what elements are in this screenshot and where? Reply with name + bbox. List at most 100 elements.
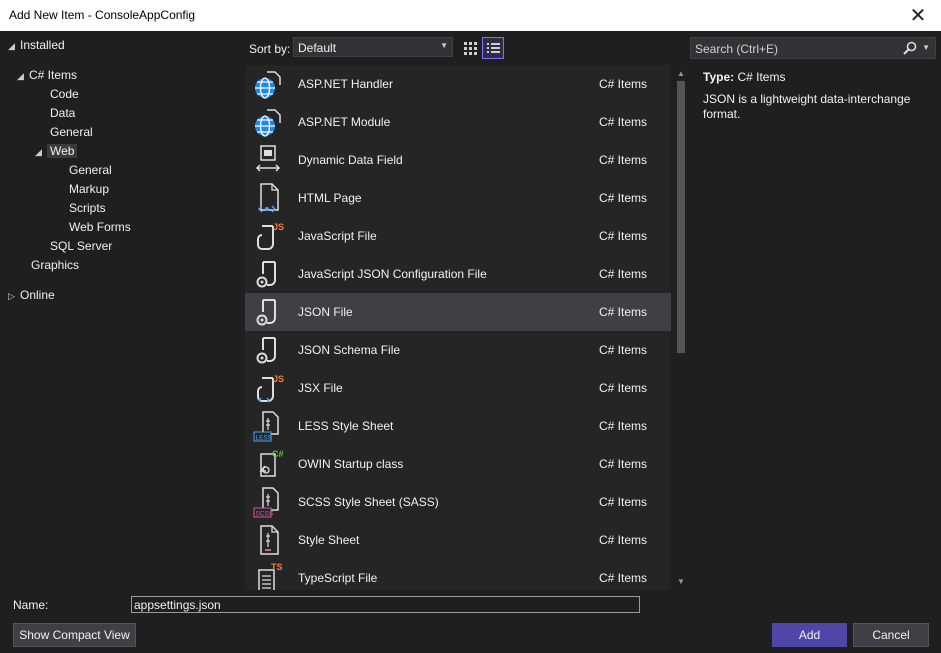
template-name: TypeScript File — [298, 571, 378, 585]
template-item[interactable]: LESS LESS Style Sheet C# Items — [245, 407, 671, 445]
tree-node-web-forms[interactable]: Web Forms — [69, 218, 131, 237]
tree-node-installed[interactable]: ◢ Installed — [8, 36, 65, 55]
tree-node-online[interactable]: ▷ Online — [8, 286, 55, 305]
json-config-icon — [256, 261, 276, 288]
add-button[interactable]: Add — [772, 623, 847, 647]
template-name: JSON File — [298, 305, 353, 319]
type-value: C# Items — [737, 70, 786, 84]
template-name: ASP.NET Handler — [298, 77, 393, 91]
less-icon: LESS — [253, 411, 279, 442]
template-item[interactable]: ASP.NET Module C# Items — [245, 103, 671, 141]
show-compact-view-button[interactable]: Show Compact View — [13, 623, 136, 647]
owin-icon: C# — [259, 449, 284, 477]
name-label: Name: — [13, 598, 49, 612]
template-item[interactable]: ASP.NET Handler C# Items — [245, 65, 671, 103]
template-category: C# Items — [599, 419, 648, 433]
tree-label: Web — [47, 144, 78, 158]
template-category: C# Items — [599, 191, 648, 205]
template-name: JavaScript JSON Configuration File — [298, 267, 487, 281]
template-name: JSX File — [298, 381, 343, 395]
template-item[interactable]: HTML Page C# Items — [245, 179, 671, 217]
tree-node-general[interactable]: General — [50, 123, 93, 142]
close-icon[interactable]: ✕ — [895, 0, 941, 31]
chevron-down-icon[interactable]: ▼ — [922, 43, 930, 52]
template-description: JSON is a lightweight data-interchange f… — [703, 92, 911, 121]
tree-node-data[interactable]: Data — [50, 104, 75, 123]
tree-node-csharp-items[interactable]: ◢ C# Items — [17, 66, 77, 85]
tree-node-web-general[interactable]: General — [69, 161, 112, 180]
html-page-icon — [257, 183, 279, 213]
template-name: Style Sheet — [298, 533, 360, 547]
tree-node-markup[interactable]: Markup — [69, 180, 109, 199]
details-panel: Type: C# Items JSON is a lightweight dat… — [703, 70, 923, 122]
template-item[interactable]: JSON Schema File C# Items — [245, 331, 671, 369]
template-item[interactable]: C# OWIN Startup class C# Items — [245, 445, 671, 483]
template-name: Dynamic Data Field — [298, 153, 403, 167]
template-name: SCSS Style Sheet (SASS) — [298, 495, 439, 509]
template-name: JavaScript File — [298, 229, 377, 243]
template-item[interactable]: JS JavaScript File C# Items — [245, 217, 671, 255]
search-placeholder: Search (Ctrl+E) — [695, 42, 779, 56]
scroll-down-icon[interactable]: ▼ — [677, 577, 685, 586]
svg-text:JS: JS — [273, 374, 284, 384]
template-name: HTML Page — [298, 191, 362, 205]
title-bar: Add New Item - ConsoleAppConfig ✕ — [0, 0, 941, 31]
template-category: C# Items — [599, 495, 648, 509]
template-item-selected[interactable]: JSON File C# Items — [245, 293, 671, 331]
template-item[interactable]: JavaScript JSON Configuration File C# It… — [245, 255, 671, 293]
small-icons-view-button[interactable] — [459, 37, 481, 59]
scroll-up-icon[interactable]: ▲ — [677, 69, 685, 78]
template-item[interactable]: Style Sheet C# Items — [245, 521, 671, 559]
list-view-icon — [487, 43, 500, 53]
category-tree: ◢ Installed ◢ C# Items Code Data General ◢… — [0, 31, 241, 590]
expanded-arrow-icon[interactable]: ◢ — [17, 67, 29, 86]
typescript-file-icon: TS — [258, 562, 283, 590]
template-item[interactable]: TS TypeScript File C# Items — [245, 559, 671, 590]
scroll-thumb[interactable] — [677, 81, 685, 353]
name-input[interactable] — [131, 596, 640, 613]
template-name: OWIN Startup class — [298, 457, 404, 471]
template-list: ASP.NET Handler C# Items ASP.NET Module … — [245, 65, 671, 590]
tree-node-graphics[interactable]: Graphics — [31, 256, 79, 275]
tree-label: Online — [20, 288, 55, 302]
style-sheet-icon — [260, 525, 279, 555]
cancel-button[interactable]: Cancel — [853, 623, 929, 647]
template-category: C# Items — [599, 305, 648, 319]
tree-node-scripts[interactable]: Scripts — [69, 199, 106, 218]
search-icon[interactable] — [903, 41, 917, 55]
sort-label: Sort by: — [249, 42, 291, 56]
template-name: LESS Style Sheet — [298, 419, 394, 433]
template-category: C# Items — [599, 571, 648, 585]
globe-icon — [255, 71, 281, 99]
sort-dropdown[interactable]: Default ▼ — [293, 37, 453, 57]
list-toolbar: Sort by: Default ▼ — [241, 31, 679, 65]
expanded-arrow-icon[interactable]: ◢ — [8, 37, 20, 56]
template-item[interactable]: Dynamic Data Field C# Items — [245, 141, 671, 179]
jsx-file-icon: JS — [257, 374, 284, 403]
collapsed-arrow-icon[interactable]: ▷ — [8, 287, 20, 306]
chevron-down-icon: ▼ — [440, 41, 448, 50]
json-file-icon — [256, 299, 276, 326]
template-item[interactable]: JS JSX File C# Items — [245, 369, 671, 407]
tree-node-web[interactable]: ◢ Web — [35, 142, 78, 162]
details-view-button[interactable] — [482, 37, 504, 59]
svg-text:SCSS: SCSS — [256, 511, 274, 518]
dialog-footer: Name: Show Compact View Add Cancel — [0, 590, 941, 653]
template-item[interactable]: SCSS SCSS Style Sheet (SASS) C# Items — [245, 483, 671, 521]
type-label: Type: — [703, 70, 735, 84]
expanded-arrow-icon[interactable]: ◢ — [35, 143, 47, 162]
template-category: C# Items — [599, 77, 648, 91]
template-name: ASP.NET Module — [298, 115, 391, 129]
template-category: C# Items — [599, 267, 648, 281]
tree-node-sql-server[interactable]: SQL Server — [50, 237, 112, 256]
tree-node-code[interactable]: Code — [50, 85, 79, 104]
template-category: C# Items — [599, 381, 648, 395]
template-category: C# Items — [599, 533, 648, 547]
template-category: C# Items — [599, 229, 648, 243]
list-scrollbar[interactable]: ▲ ▼ — [674, 65, 688, 590]
tree-label: C# Items — [29, 68, 78, 82]
template-name: JSON Schema File — [298, 343, 401, 357]
search-box[interactable]: Search (Ctrl+E) ▼ — [690, 37, 936, 59]
template-category: C# Items — [599, 153, 648, 167]
scss-icon: SCSS — [253, 487, 279, 518]
